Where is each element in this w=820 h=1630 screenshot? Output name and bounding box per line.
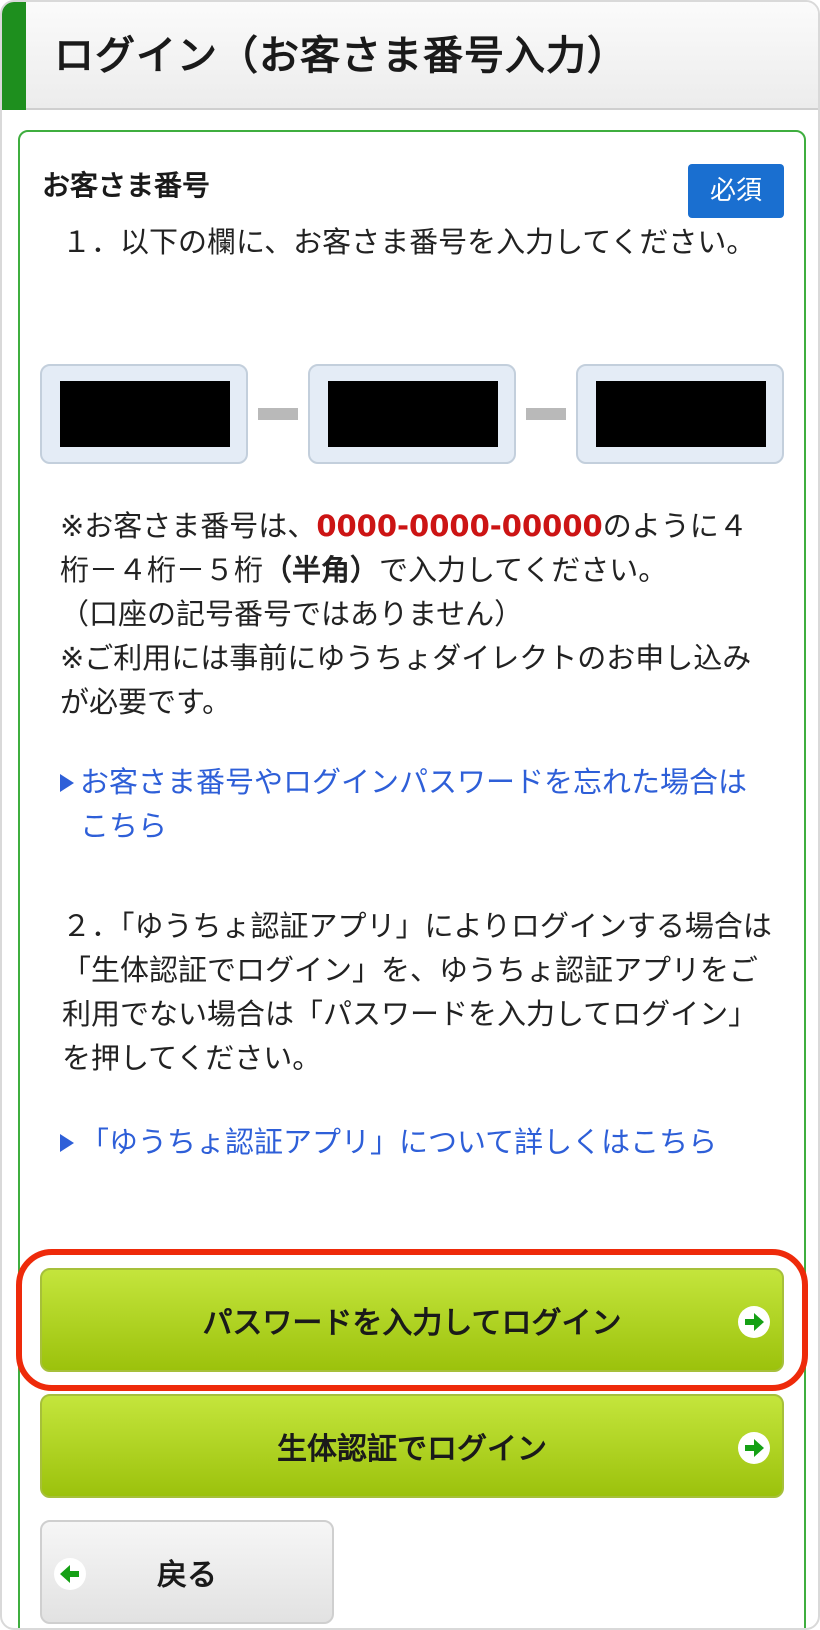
page-title: ログイン（お客さま番号入力）	[54, 33, 628, 79]
field-label-customer-number: お客さま番号	[42, 169, 211, 202]
arrow-right-circle-icon	[738, 1432, 770, 1464]
screen-frame: ログイン（お客さま番号入力） お客さま番号 必須 １．以下の欄に、お客さま番号を…	[0, 0, 820, 1630]
separator-dash	[526, 408, 566, 420]
customer-number-input-1[interactable]	[60, 381, 230, 447]
customer-number-box-2	[308, 364, 516, 464]
password-login-button-label: パスワードを入力してログイン	[202, 1306, 622, 1341]
instruction-step-2: ２．「ゆうちょ認証アプリ」によりログインする場合は「生体認証でログイン」を、ゆう…	[62, 909, 772, 1075]
auth-app-info-link-text: 「ゆうちょ認証アプリ」について詳しくはこちら	[80, 1125, 718, 1159]
customer-number-box-3	[576, 364, 784, 464]
note-format-tail: で入力してください。	[379, 553, 668, 587]
note-registration-required: ※ご利用には事前にゆうちょダイレクトのお申し込みが必要です。	[60, 641, 752, 719]
separator-dash	[258, 408, 298, 420]
note-format: ※お客さま番号は、0000-0000-00000のように４桁－４桁－５桁（半角）…	[60, 504, 776, 592]
example-number: 0000-0000-00000	[316, 509, 603, 543]
input-notes: ※お客さま番号は、0000-0000-00000のように４桁－４桁－５桁（半角）…	[60, 504, 776, 724]
forgot-credentials-link-text: お客さま番号やログインパスワードを忘れた場合はこちら	[80, 765, 748, 843]
note-format-prefix: ※お客さま番号は、	[60, 509, 317, 543]
customer-number-inputs	[40, 364, 784, 464]
auth-app-info-link[interactable]: 「ゆうちょ認証アプリ」について詳しくはこちら	[60, 1120, 774, 1164]
page-header: ログイン（お客さま番号入力）	[2, 2, 818, 110]
instruction-step-1: １．以下の欄に、お客さま番号を入力してください。	[62, 225, 756, 259]
customer-number-box-1	[40, 364, 248, 464]
required-badge: 必須	[688, 164, 784, 218]
triangle-right-icon	[60, 774, 74, 792]
password-login-button[interactable]: パスワードを入力してログイン	[40, 1268, 784, 1372]
triangle-right-icon	[60, 1134, 74, 1152]
half-width-label: （半角）	[263, 553, 380, 587]
customer-number-input-2[interactable]	[328, 381, 498, 447]
biometric-login-button[interactable]: 生体認証でログイン	[40, 1394, 784, 1498]
back-button[interactable]: 戻る	[40, 1520, 334, 1624]
arrow-right-circle-icon	[738, 1306, 770, 1338]
note-not-account-number: （口座の記号番号ではありません）	[60, 597, 524, 631]
arrow-left-circle-icon	[54, 1558, 86, 1590]
forgot-credentials-link[interactable]: お客さま番号やログインパスワードを忘れた場合はこちら	[60, 760, 774, 848]
back-button-label: 戻る	[157, 1558, 217, 1593]
header-accent-bar	[2, 2, 26, 110]
biometric-login-button-label: 生体認証でログイン	[277, 1432, 547, 1467]
customer-number-input-3[interactable]	[596, 381, 766, 447]
